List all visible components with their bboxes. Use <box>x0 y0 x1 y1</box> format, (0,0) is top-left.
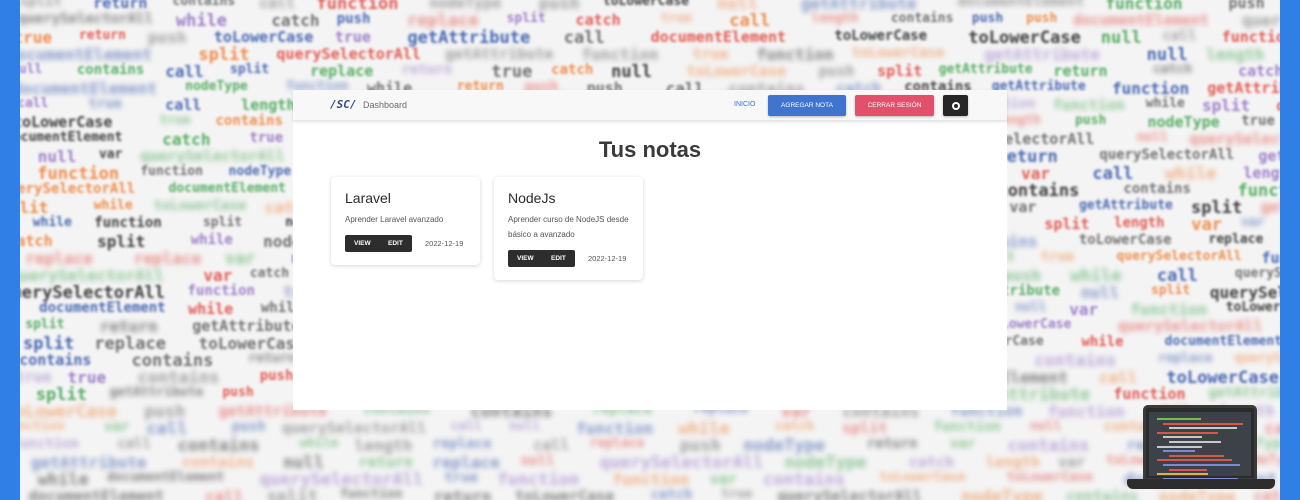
brand-logo[interactable]: /SC/ <box>330 98 357 111</box>
note-card: NodeJs Aprender curso de NodeJS desde bá… <box>494 177 643 280</box>
laptop-screen <box>1143 405 1257 481</box>
note-actions: VIEW EDIT <box>508 250 575 267</box>
github-icon <box>951 101 960 110</box>
note-card: Laravel Aprender Laravel avanzado VIEW E… <box>331 177 480 265</box>
note-title: Laravel <box>345 190 391 206</box>
view-button[interactable]: VIEW <box>354 235 371 252</box>
edit-button[interactable]: EDIT <box>551 250 566 267</box>
note-body: Aprender Laravel avanzado <box>345 215 444 224</box>
navbar: /SC/ Dashboard INICIO AGREGAR NOTA CERRA… <box>293 90 1007 121</box>
note-title: NodeJs <box>508 190 556 206</box>
page-title: Tus notas <box>598 137 702 162</box>
logout-button[interactable]: CERRAR SESIÓN <box>855 95 934 116</box>
nav-dashboard-link[interactable]: Dashboard <box>363 100 407 110</box>
view-button[interactable]: VIEW <box>517 250 534 267</box>
laptop-illustration <box>1127 405 1277 495</box>
edit-button[interactable]: EDIT <box>388 235 403 252</box>
note-date: 2022-12-19 <box>425 239 464 248</box>
github-button[interactable] <box>943 95 968 116</box>
add-note-button[interactable]: AGREGAR NOTA <box>768 95 846 116</box>
app-window: /SC/ Dashboard INICIO AGREGAR NOTA CERRA… <box>293 90 1007 410</box>
note-body: Aprender curso de NodeJS desde básico a … <box>508 215 629 239</box>
note-actions: VIEW EDIT <box>345 235 412 252</box>
laptop-base <box>1127 479 1275 489</box>
nav-inicio-link[interactable]: INICIO <box>734 101 755 108</box>
note-date: 2022-12-19 <box>588 254 627 263</box>
